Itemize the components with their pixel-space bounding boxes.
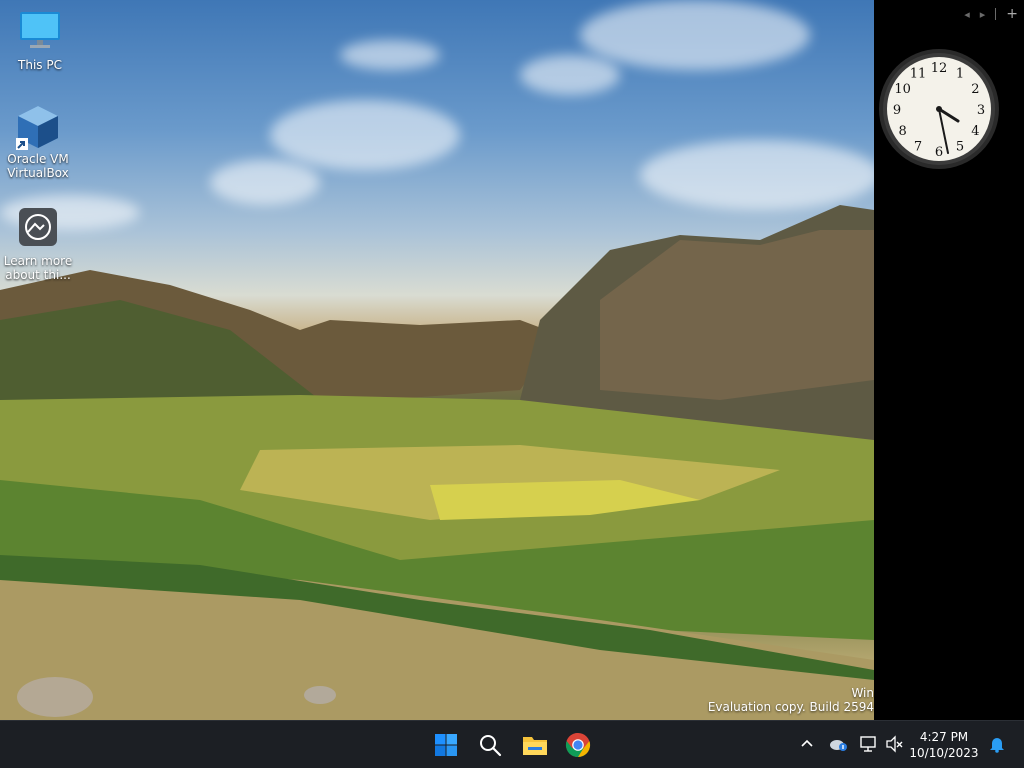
clock-numeral: 1 (956, 67, 964, 82)
desktop-icon-label: Oracle VM VirtualBox (7, 152, 69, 180)
sidebar-controls: ◂ ▸ + (964, 6, 1018, 22)
add-gadget-button[interactable]: + (1006, 6, 1018, 22)
next-gadget-button[interactable]: ▸ (980, 8, 986, 21)
chrome-button[interactable] (560, 727, 596, 763)
folder-icon (523, 737, 547, 755)
watermark-line2: Evaluation copy. Build 2594 (707, 700, 874, 714)
taskbar: 4:27 PM 10/10/2023 (0, 720, 1024, 768)
cloud-info-icon (830, 740, 847, 751)
clock-numeral: 7 (914, 139, 922, 154)
monitor-icon (16, 10, 64, 54)
chrome-icon (565, 732, 591, 758)
network-icon (860, 736, 876, 752)
desktop-icon-this-pc[interactable]: This PC (2, 10, 78, 72)
clock-tray[interactable]: 4:27 PM 10/10/2023 (904, 729, 984, 761)
clock-numeral: 9 (893, 103, 901, 118)
landscape-illustration (0, 205, 874, 720)
volume-tray-button[interactable] (884, 733, 906, 755)
bell-icon (990, 738, 1004, 753)
file-explorer-button[interactable] (517, 727, 553, 763)
clock-numeral: 3 (977, 103, 985, 118)
network-tray-button[interactable] (858, 733, 880, 755)
search-button[interactable] (472, 727, 508, 763)
desktop: This PC Oracle VM VirtualBox Learn more … (0, 0, 874, 720)
clock-numeral: 10 (894, 82, 911, 97)
analog-clock-gadget[interactable]: 12 1 2 3 4 5 6 7 8 9 10 11 (878, 48, 1000, 170)
windows-start-icon (435, 734, 457, 756)
gadget-sidebar: ◂ ▸ + 12 1 2 3 4 5 6 7 8 9 10 11 (874, 0, 1024, 720)
watermark-line1: Win (851, 686, 874, 700)
clock-numeral: 2 (971, 82, 979, 97)
notifications-button[interactable] (986, 733, 1008, 755)
chevron-up-icon (801, 739, 813, 747)
speaker-muted-icon (886, 735, 903, 753)
clock-numeral: 5 (956, 139, 964, 154)
desktop-icon-learn-more[interactable]: Learn more about thi... (0, 206, 76, 282)
start-button[interactable] (428, 727, 464, 763)
desktop-icon-label: This PC (18, 58, 62, 72)
evaluation-watermark: Win Evaluation copy. Build 2594 (708, 686, 874, 714)
desktop-icon-label: Learn more about thi... (3, 254, 73, 282)
clock-numeral: 4 (971, 124, 979, 139)
search-icon (480, 735, 502, 757)
desktop-icon-virtualbox[interactable]: Oracle VM VirtualBox (0, 104, 76, 180)
show-hidden-icons-button[interactable] (796, 733, 818, 755)
virtualbox-icon (14, 104, 62, 150)
clock-numeral: 6 (935, 145, 943, 160)
learn-more-icon (14, 206, 62, 250)
tray-date-text: 10/10/2023 (909, 746, 979, 760)
clock-numeral: 8 (898, 124, 906, 139)
previous-gadget-button[interactable]: ◂ (964, 8, 970, 21)
clock-numeral: 11 (910, 67, 927, 82)
tray-time-text: 4:27 PM (919, 730, 969, 744)
clock-numeral: 12 (931, 61, 948, 76)
divider (995, 8, 997, 20)
weather-tray-button[interactable] (828, 733, 850, 755)
